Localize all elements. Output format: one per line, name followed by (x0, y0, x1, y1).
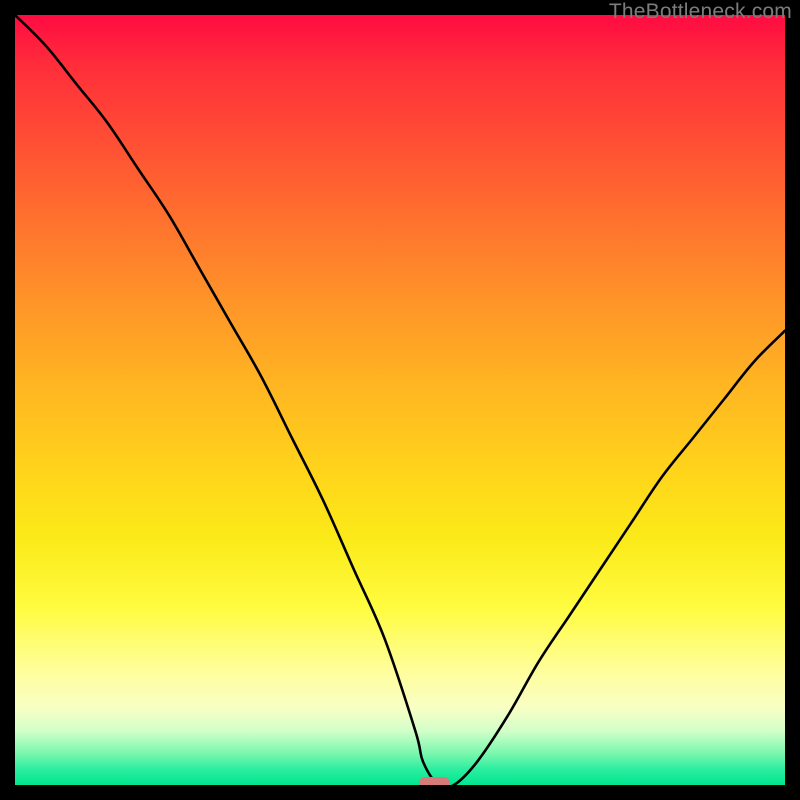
chart-frame: TheBottleneck.com (0, 0, 800, 800)
optimal-point-marker (419, 777, 450, 785)
watermark-text: TheBottleneck.com (609, 0, 792, 24)
plot-area (15, 15, 785, 785)
bottleneck-curve (15, 15, 785, 785)
